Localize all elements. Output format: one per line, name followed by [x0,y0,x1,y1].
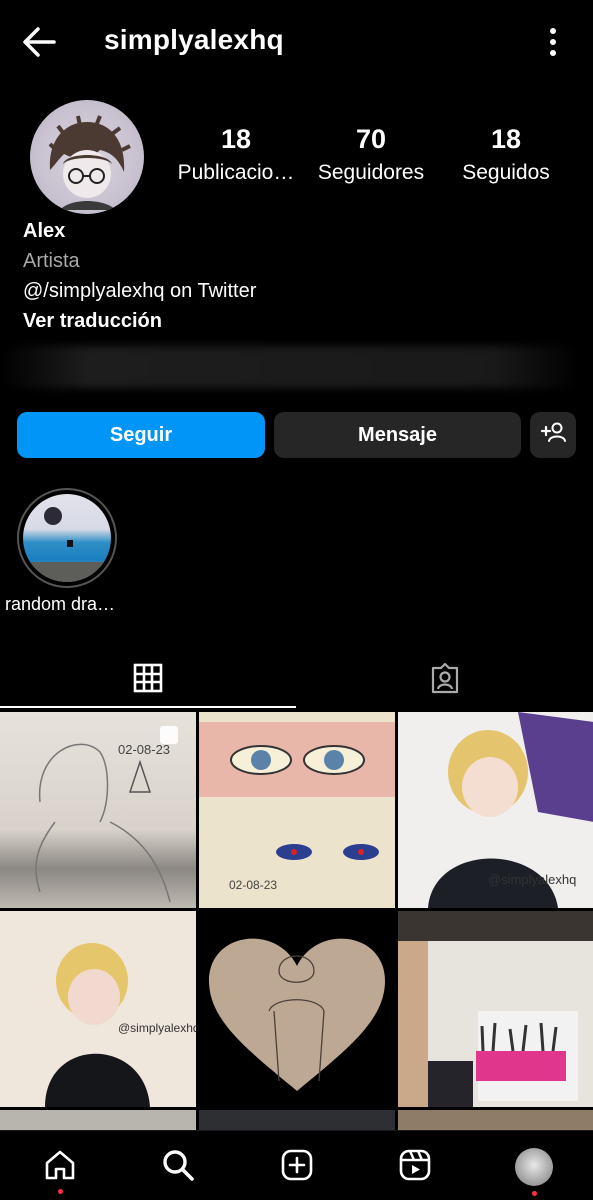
profile-username: simplyalexhq [104,24,284,55]
following-label: Seguidos [462,161,550,184]
message-button[interactable]: Mensaje [274,412,521,458]
post-thumbnail[interactable] [0,1110,196,1130]
tab-posts-grid[interactable] [0,650,296,710]
nav-create[interactable] [277,1147,317,1187]
posts-count: 18 [220,124,252,154]
post-caption: @simplyalexhq [118,1021,196,1035]
create-icon [280,1148,314,1187]
see-translation-link[interactable]: Ver traducción [23,310,573,340]
bottom-navigation [0,1130,593,1200]
active-tab-indicator [0,706,296,708]
highlight-cover [23,494,111,582]
following-count: 18 [490,124,522,154]
profile-stats: 18 Publicacio… 70 Seguidores 18 Seguidos [170,124,570,194]
profile-category: Artista [23,250,80,272]
followers-count: 70 [355,124,387,154]
followers-stat[interactable]: 70 Seguidores [305,124,437,185]
profile-tabs [0,650,593,710]
post-thumbnail[interactable] [398,911,593,1107]
profile-name: Alex [23,220,66,242]
add-user-icon [540,420,566,450]
tagged-icon [429,662,461,699]
follow-button[interactable]: Seguir [17,412,265,458]
nav-search[interactable] [158,1147,198,1187]
post-thumbnail[interactable] [398,1110,593,1130]
notification-dot [532,1191,537,1196]
profile-avatar [515,1148,553,1186]
reels-icon [398,1148,432,1187]
post-thumbnail[interactable]: @simplyalexhq [398,712,593,908]
home-icon [43,1148,77,1187]
nav-home[interactable] [40,1147,80,1194]
notification-dot [58,1189,63,1194]
following-stat[interactable]: 18 Seguidos [440,124,572,185]
post-caption: 02-08-23 [229,878,278,892]
highlight-label: random dra… [5,594,116,614]
posts-label: Publicacio… [177,161,295,184]
nav-profile[interactable] [514,1147,554,1196]
more-options-icon[interactable] [543,26,563,58]
post-thumbnail[interactable] [199,1110,395,1130]
post-thumbnail[interactable] [199,911,395,1107]
post-caption: 02-08-23 [118,742,171,757]
post-caption: @simplyalexhq [488,872,577,887]
grid-icon [133,663,163,698]
post-thumbnail[interactable]: 02-08-23 [199,712,395,908]
posts-stat[interactable]: 18 Publicacio… [170,124,302,185]
search-icon [161,1148,195,1187]
profile-bio: Alex Artista @/simplyalexhq on Twitter V… [23,220,573,340]
profile-avatar[interactable] [30,100,144,214]
tab-tagged[interactable] [297,650,593,710]
followers-label: Seguidores [317,161,425,184]
story-highlight[interactable] [17,488,117,588]
top-bar: simplyalexhq [0,0,593,86]
back-arrow-icon[interactable] [18,24,62,60]
post-thumbnail[interactable]: @simplyalexhq [0,911,196,1107]
redacted-area [0,346,580,388]
suggest-users-button[interactable] [530,412,576,458]
post-thumbnail[interactable]: 02-08-23 [0,712,196,908]
nav-reels[interactable] [395,1147,435,1187]
bio-text: @/simplyalexhq on Twitter [23,280,257,302]
